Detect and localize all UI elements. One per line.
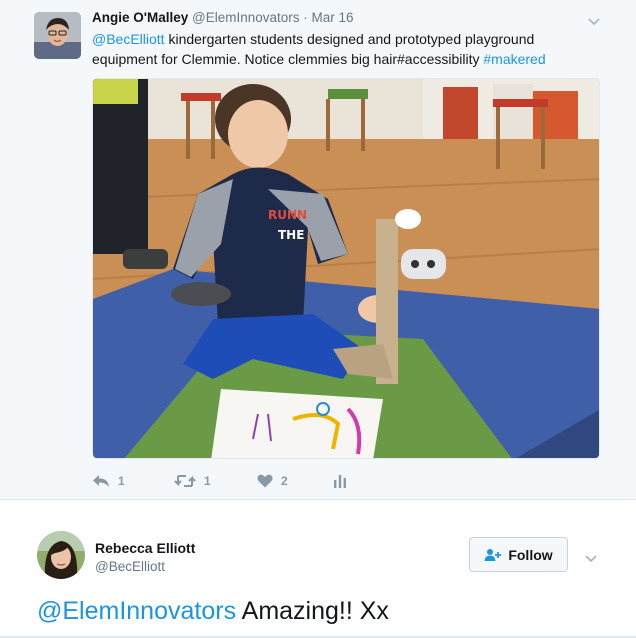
header-separator: · — [303, 10, 308, 25]
retweet-action[interactable]: 1 — [174, 472, 211, 490]
reply-author-handle[interactable]: @BecElliott — [95, 559, 165, 574]
reply-body-text: Amazing!! Xx — [236, 597, 389, 625]
reply-mention-link[interactable]: @ElemInnovators — [37, 597, 236, 625]
reply-text: @ElemInnovators Amazing!! Xx — [37, 596, 389, 626]
tweet-header: Angie O'Malley @ElemInnovators · Mar 16 — [92, 10, 354, 25]
reply-menu-chevron-down-icon[interactable] — [585, 550, 597, 563]
tweet-menu-chevron-down-icon[interactable] — [588, 13, 600, 26]
like-count: 2 — [281, 474, 288, 488]
avatar-rebecca-elliott[interactable] — [37, 531, 85, 579]
like-action[interactable]: 2 — [257, 472, 288, 490]
tweet-text: @BecElliott kindergarten students design… — [92, 29, 592, 69]
svg-text:RUNN: RUNN — [268, 208, 307, 222]
reply-count: 1 — [118, 474, 125, 488]
author-name[interactable]: Angie O'Malley — [92, 10, 188, 25]
avatar-angie-omalley[interactable] — [34, 12, 81, 59]
hashtag-link[interactable]: #makered — [483, 51, 545, 67]
tweet-timestamp[interactable]: Mar 16 — [312, 10, 354, 25]
retweet-icon — [174, 474, 196, 488]
author-handle[interactable]: @ElemInnovators — [192, 10, 300, 25]
retweet-count: 1 — [204, 474, 211, 488]
tweet-card[interactable]: Angie O'Malley @ElemInnovators · Mar 16 … — [0, 0, 636, 500]
heart-icon — [257, 474, 273, 488]
follow-button-label: Follow — [508, 546, 553, 563]
tweet-actions: 1 1 2 — [92, 472, 392, 490]
analytics-icon — [333, 474, 347, 488]
reply-author-name[interactable]: Rebecca Elliott — [95, 540, 195, 556]
add-user-icon — [484, 548, 502, 561]
svg-text:THE: THE — [278, 228, 304, 242]
reply-action[interactable]: 1 — [92, 472, 125, 490]
mention-link[interactable]: @BecElliott — [92, 31, 165, 47]
reply-icon — [92, 474, 110, 488]
follow-button[interactable]: Follow — [469, 537, 568, 572]
tweet-photo[interactable]: RUNN THE — [92, 78, 600, 459]
analytics-action[interactable] — [333, 472, 347, 490]
